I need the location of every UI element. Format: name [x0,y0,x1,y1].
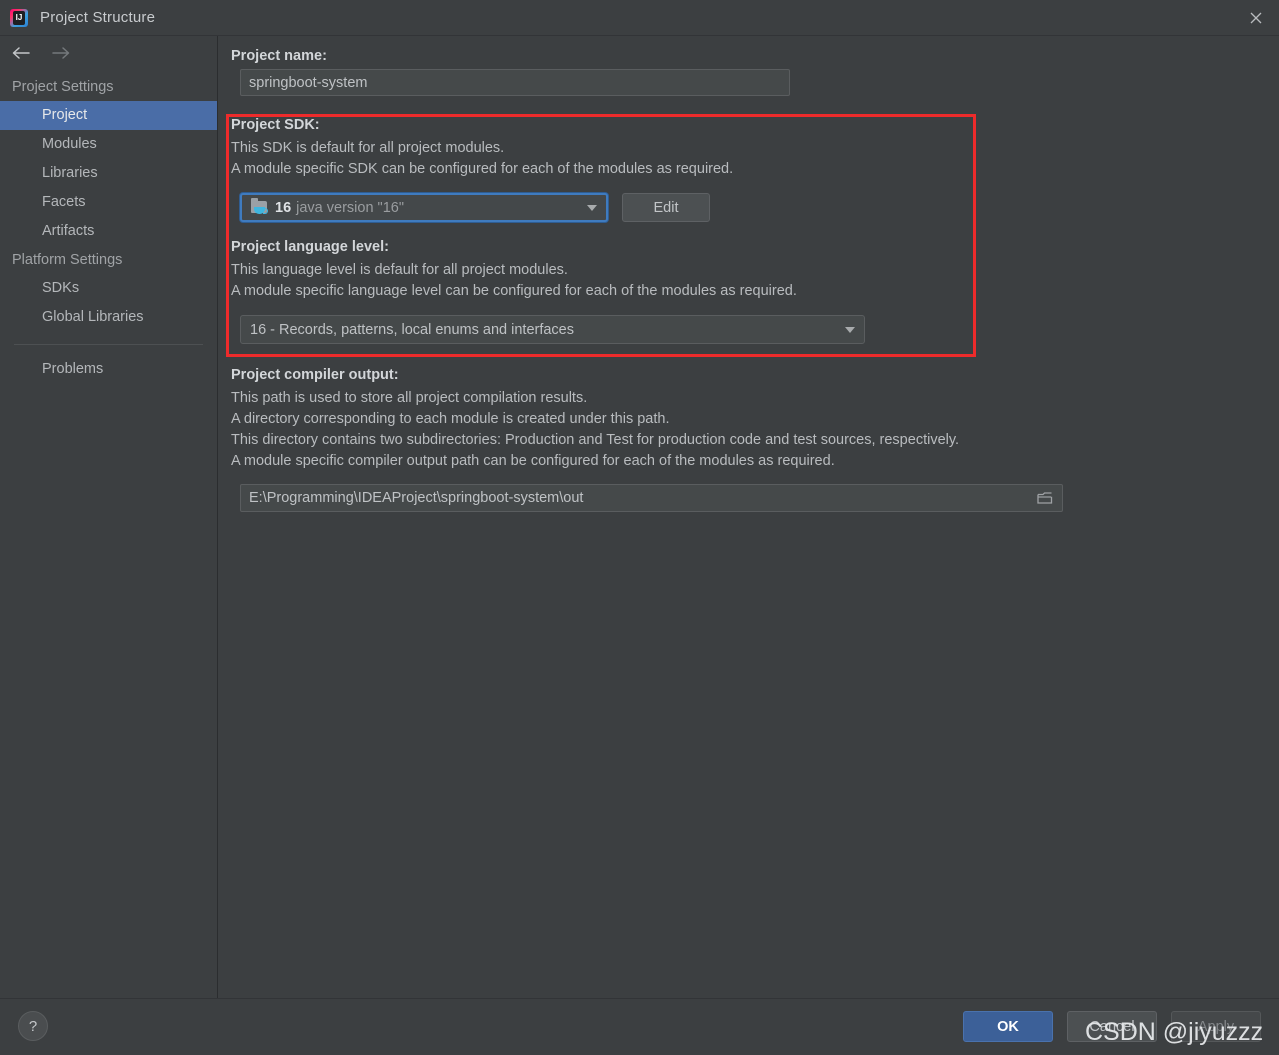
arrow-left-icon[interactable] [10,43,32,63]
project-sdk-row: 16 java version "16" Edit [240,193,1279,222]
project-name-label: Project name: [231,48,327,64]
help-button[interactable]: ? [18,1011,48,1041]
project-sdk-description: java version "16" [296,199,404,216]
close-icon[interactable] [1233,0,1279,35]
cancel-button[interactable]: Cancel [1067,1011,1157,1042]
apply-button[interactable]: Apply [1171,1011,1261,1042]
compiler-output-path-input[interactable]: E:\Programming\IDEAProject\springboot-sy… [240,484,1063,512]
navigation-arrows [0,36,217,70]
folder-browse-icon[interactable] [1037,492,1053,505]
project-sdk-desc-2: A module specific SDK can be configured … [231,161,734,177]
project-name-input[interactable]: springboot-system [240,69,790,96]
nav-group-project-settings: Project Settings [12,79,114,95]
chevron-down-icon[interactable] [845,326,855,333]
project-structure-dialog: Project Structure Project Settings Proje… [0,0,1279,1055]
compiler-output-desc-4: A module specific compiler output path c… [231,453,835,469]
language-level-label: Project language level: [231,239,389,255]
main-panel: Project name: springboot-system Project … [219,36,1279,998]
arrow-right-icon [50,43,72,63]
project-sdk-label: Project SDK: [231,117,320,133]
language-level-combo[interactable]: 16 - Records, patterns, local enums and … [240,315,865,344]
compiler-output-desc-1: This path is used to store all project c… [231,390,588,406]
project-sdk-desc-1: This SDK is default for all project modu… [231,140,505,156]
sidebar-item-libraries[interactable]: Libraries [0,159,217,188]
sidebar-item-sdks[interactable]: SDKs [0,274,217,303]
language-level-desc-2: A module specific language level can be … [231,283,797,299]
language-level-desc-1: This language level is default for all p… [231,262,568,278]
settings-nav-list: Project Settings Project Modules Librari… [0,73,217,384]
sidebar-item-artifacts[interactable]: Artifacts [0,217,217,246]
ok-button[interactable]: OK [963,1011,1053,1042]
sidebar: Project Settings Project Modules Librari… [0,36,218,998]
compiler-output-desc-2: A directory corresponding to each module… [231,411,670,427]
compiler-output-path-value: E:\Programming\IDEAProject\springboot-sy… [249,490,584,506]
nav-group-platform-settings: Platform Settings [12,252,123,268]
java-sdk-folder-icon [251,198,268,215]
chevron-down-icon[interactable] [587,204,597,211]
intellij-idea-icon [10,8,28,27]
compiler-output-desc-3: This directory contains two subdirectori… [231,432,960,448]
compiler-output-label: Project compiler output: [231,367,399,383]
sidebar-item-project[interactable]: Project [0,101,217,130]
project-sdk-combo[interactable]: 16 java version "16" [240,193,608,222]
edit-sdk-button[interactable]: Edit [622,193,710,222]
footer-button-group: OK Cancel Apply [963,1011,1261,1042]
window-title: Project Structure [40,9,156,26]
title-bar: Project Structure [0,0,1279,36]
project-sdk-version: 16 [275,199,292,216]
sidebar-divider [14,344,203,345]
language-level-value: 16 - Records, patterns, local enums and … [250,321,574,338]
dialog-footer: ? OK Cancel Apply [0,998,1279,1055]
sidebar-item-global-libraries[interactable]: Global Libraries [0,303,217,332]
sidebar-item-facets[interactable]: Facets [0,188,217,217]
sidebar-item-problems[interactable]: Problems [0,355,217,384]
sidebar-item-modules[interactable]: Modules [0,130,217,159]
